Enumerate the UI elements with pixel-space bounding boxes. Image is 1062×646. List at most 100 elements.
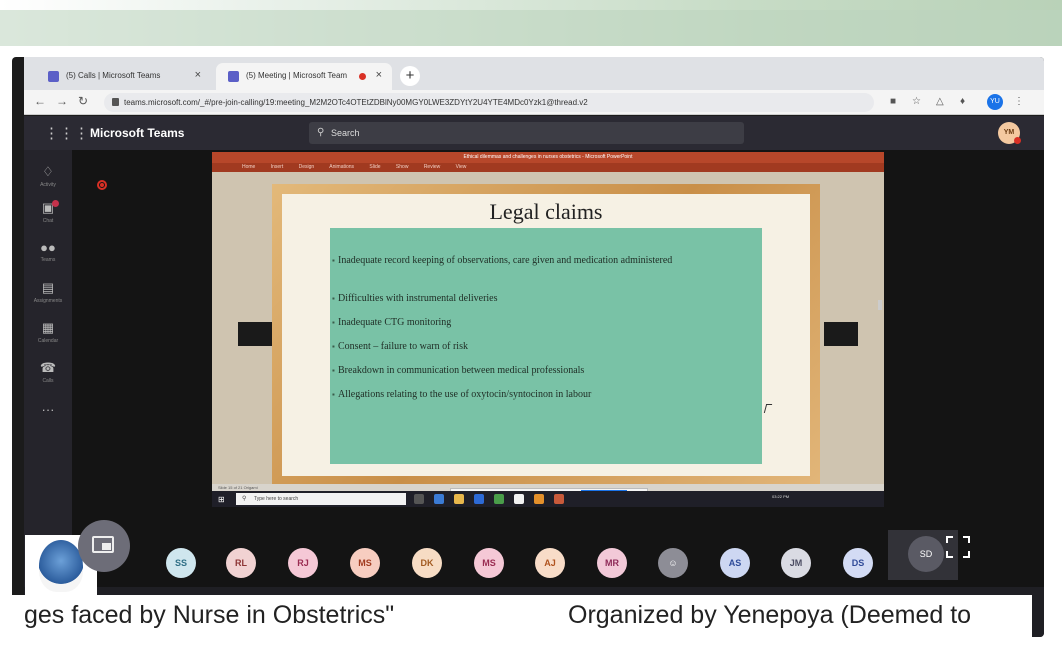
participant-avatar[interactable]: AS: [720, 548, 750, 578]
more-icon: ···: [41, 402, 55, 417]
top-banner: [0, 0, 1062, 46]
slide: Legal claims Inadequate record keeping o…: [282, 194, 810, 476]
fullscreen-icon[interactable]: [946, 536, 970, 558]
search-icon: ⚲: [242, 496, 247, 502]
ticker-text-right: Organized by Yenepoya (Deemed to: [568, 601, 972, 629]
rail-item-calls[interactable]: ☎ Calls: [24, 360, 72, 384]
picture-in-picture-icon: [92, 536, 114, 553]
assignments-icon: ▤: [41, 280, 55, 295]
user-avatar[interactable]: YM: [998, 122, 1021, 144]
app-launcher-icon[interactable]: ⋮⋮⋮: [44, 124, 89, 142]
participant-avatar[interactable]: MS: [350, 548, 380, 578]
teams-icon: ●●: [40, 240, 56, 255]
new-tab-button[interactable]: +: [400, 66, 420, 86]
ppt-title-bar: Ethical dilemmas and challenges in nurse…: [212, 152, 884, 163]
extension-icon[interactable]: △: [936, 96, 944, 107]
user-initials: YM: [1003, 129, 1015, 136]
rail-item-assignments[interactable]: ▤ Assignments: [24, 280, 72, 304]
windows-start-icon[interactable]: ⊞: [218, 495, 225, 504]
search-placeholder: Search: [331, 128, 360, 138]
participant-avatar[interactable]: MR: [597, 548, 627, 578]
chrome-icon[interactable]: [454, 494, 464, 504]
participant-avatar[interactable]: MS: [474, 548, 504, 578]
status-indicator: [1014, 137, 1021, 144]
recording-indicator-icon: [97, 180, 107, 190]
participant-avatar[interactable]: DS: [843, 548, 873, 578]
bell-icon: ♢: [42, 164, 54, 179]
participant-avatar-generic[interactable]: ☺: [658, 548, 688, 578]
participant-avatar[interactable]: SS: [166, 548, 196, 578]
calendar-icon: ▦: [41, 320, 55, 335]
back-icon[interactable]: ←: [34, 94, 46, 108]
slide-frame: Legal claims Inadequate record keeping o…: [272, 184, 820, 486]
rail-item-activity[interactable]: ♢ Activity: [24, 164, 72, 188]
slide-bullet: Breakdown in communication between medic…: [332, 364, 748, 377]
tab-label: (5) Meeting | Microsoft Team: [246, 71, 348, 80]
meeting-stage: Ethical dilemmas and challenges in nurse…: [72, 150, 1044, 587]
star-icon[interactable]: ☆: [912, 96, 921, 107]
slide-bullet: Consent – failure to warn of risk: [332, 340, 748, 353]
camera-icon[interactable]: ■: [890, 96, 896, 107]
event-ticker: ges faced by Nurse in Obstetrics" Organi…: [12, 595, 1032, 637]
lock-icon: [112, 98, 119, 106]
search-input[interactable]: ⚲ Search: [309, 122, 744, 144]
app-title: Microsoft Teams: [90, 126, 185, 140]
url-text: teams.microsoft.com/_#/pre-join-calling/…: [124, 98, 588, 107]
tab-meeting[interactable]: (5) Meeting | Microsoft Team ×: [216, 63, 392, 90]
ticker-text-left: ges faced by Nurse in Obstetrics": [24, 601, 395, 629]
windows-taskbar: ⊞ ⚲ Type here to search 03:22 PM: [212, 491, 884, 507]
phone-icon: ☎: [39, 360, 57, 375]
system-tray-time: 03:22 PM: [772, 494, 790, 499]
tab-calls[interactable]: (5) Calls | Microsoft Teams ×: [36, 63, 211, 90]
left-rail: ♢ Activity ▣ Chat ●● Teams ▤ Assignments…: [24, 150, 72, 587]
slide-bullet: Allegations relating to the use of oxyto…: [332, 388, 748, 401]
participant-avatar[interactable]: JM: [781, 548, 811, 578]
ppt-icon[interactable]: [554, 494, 564, 504]
powerpoint-taskbar-icon[interactable]: [534, 494, 544, 504]
participant-avatar[interactable]: RL: [226, 548, 256, 578]
search-icon: ⚲: [317, 127, 325, 138]
rail-item-teams[interactable]: ●● Teams: [24, 240, 72, 263]
rail-item-calendar[interactable]: ▦ Calendar: [24, 320, 72, 344]
chat-icon: ▣: [41, 200, 55, 215]
more-apps-button[interactable]: ···: [24, 402, 72, 417]
rail-item-chat[interactable]: ▣ Chat: [24, 200, 72, 224]
puzzle-icon[interactable]: ♦: [960, 96, 965, 107]
slide-bullet: Inadequate CTG monitoring: [332, 316, 748, 329]
slide-bullet: Inadequate record keeping of observation…: [332, 254, 748, 267]
app-icon[interactable]: [514, 494, 524, 504]
folder-icon[interactable]: [494, 494, 504, 504]
windows-search-input[interactable]: ⚲ Type here to search: [236, 493, 406, 505]
store-icon[interactable]: [474, 494, 484, 504]
address-bar[interactable]: teams.microsoft.com/_#/pre-join-calling/…: [104, 93, 874, 112]
participant-avatar[interactable]: AJ: [535, 548, 565, 578]
slide-title: Legal claims: [489, 199, 603, 224]
slide-nav-right: [824, 322, 858, 346]
participant-avatar[interactable]: RJ: [288, 548, 318, 578]
pop-out-button[interactable]: [78, 520, 130, 572]
slide-nav-left: [238, 322, 272, 346]
profile-avatar[interactable]: YU: [987, 94, 1003, 110]
tab-strip: (5) Calls | Microsoft Teams × (5) Meetin…: [24, 57, 1044, 90]
stage-scroll-handle[interactable]: [878, 300, 882, 310]
reload-icon[interactable]: ↻: [78, 94, 88, 108]
task-view-icon[interactable]: [414, 494, 424, 504]
close-icon[interactable]: ×: [376, 69, 382, 81]
menu-icon[interactable]: ⋮: [1014, 96, 1024, 107]
ppt-canvas: Legal claims Inadequate record keeping o…: [212, 172, 884, 486]
unread-badge: [52, 200, 59, 207]
teams-header: ⋮⋮⋮ Microsoft Teams ⚲ Search YM: [24, 116, 1044, 150]
slide-bullet: Difficulties with instrumental deliverie…: [332, 292, 748, 305]
edge-icon[interactable]: [434, 494, 444, 504]
slide-content-box: Inadequate record keeping of observation…: [330, 228, 762, 464]
shared-screen: Ethical dilemmas and challenges in nurse…: [212, 152, 884, 507]
ppt-ribbon: Home Insert Design Animations Slide Show…: [212, 163, 884, 172]
close-icon[interactable]: ×: [195, 69, 201, 81]
recording-icon: [359, 73, 366, 80]
browser-toolbar: ← → ↻ teams.microsoft.com/_#/pre-join-ca…: [24, 90, 1044, 115]
windows-search-placeholder: Type here to search: [254, 496, 299, 502]
self-avatar: SD: [908, 536, 944, 572]
tab-label: (5) Calls | Microsoft Teams: [66, 71, 161, 80]
forward-icon[interactable]: →: [56, 94, 68, 108]
participant-avatar[interactable]: DK: [412, 548, 442, 578]
